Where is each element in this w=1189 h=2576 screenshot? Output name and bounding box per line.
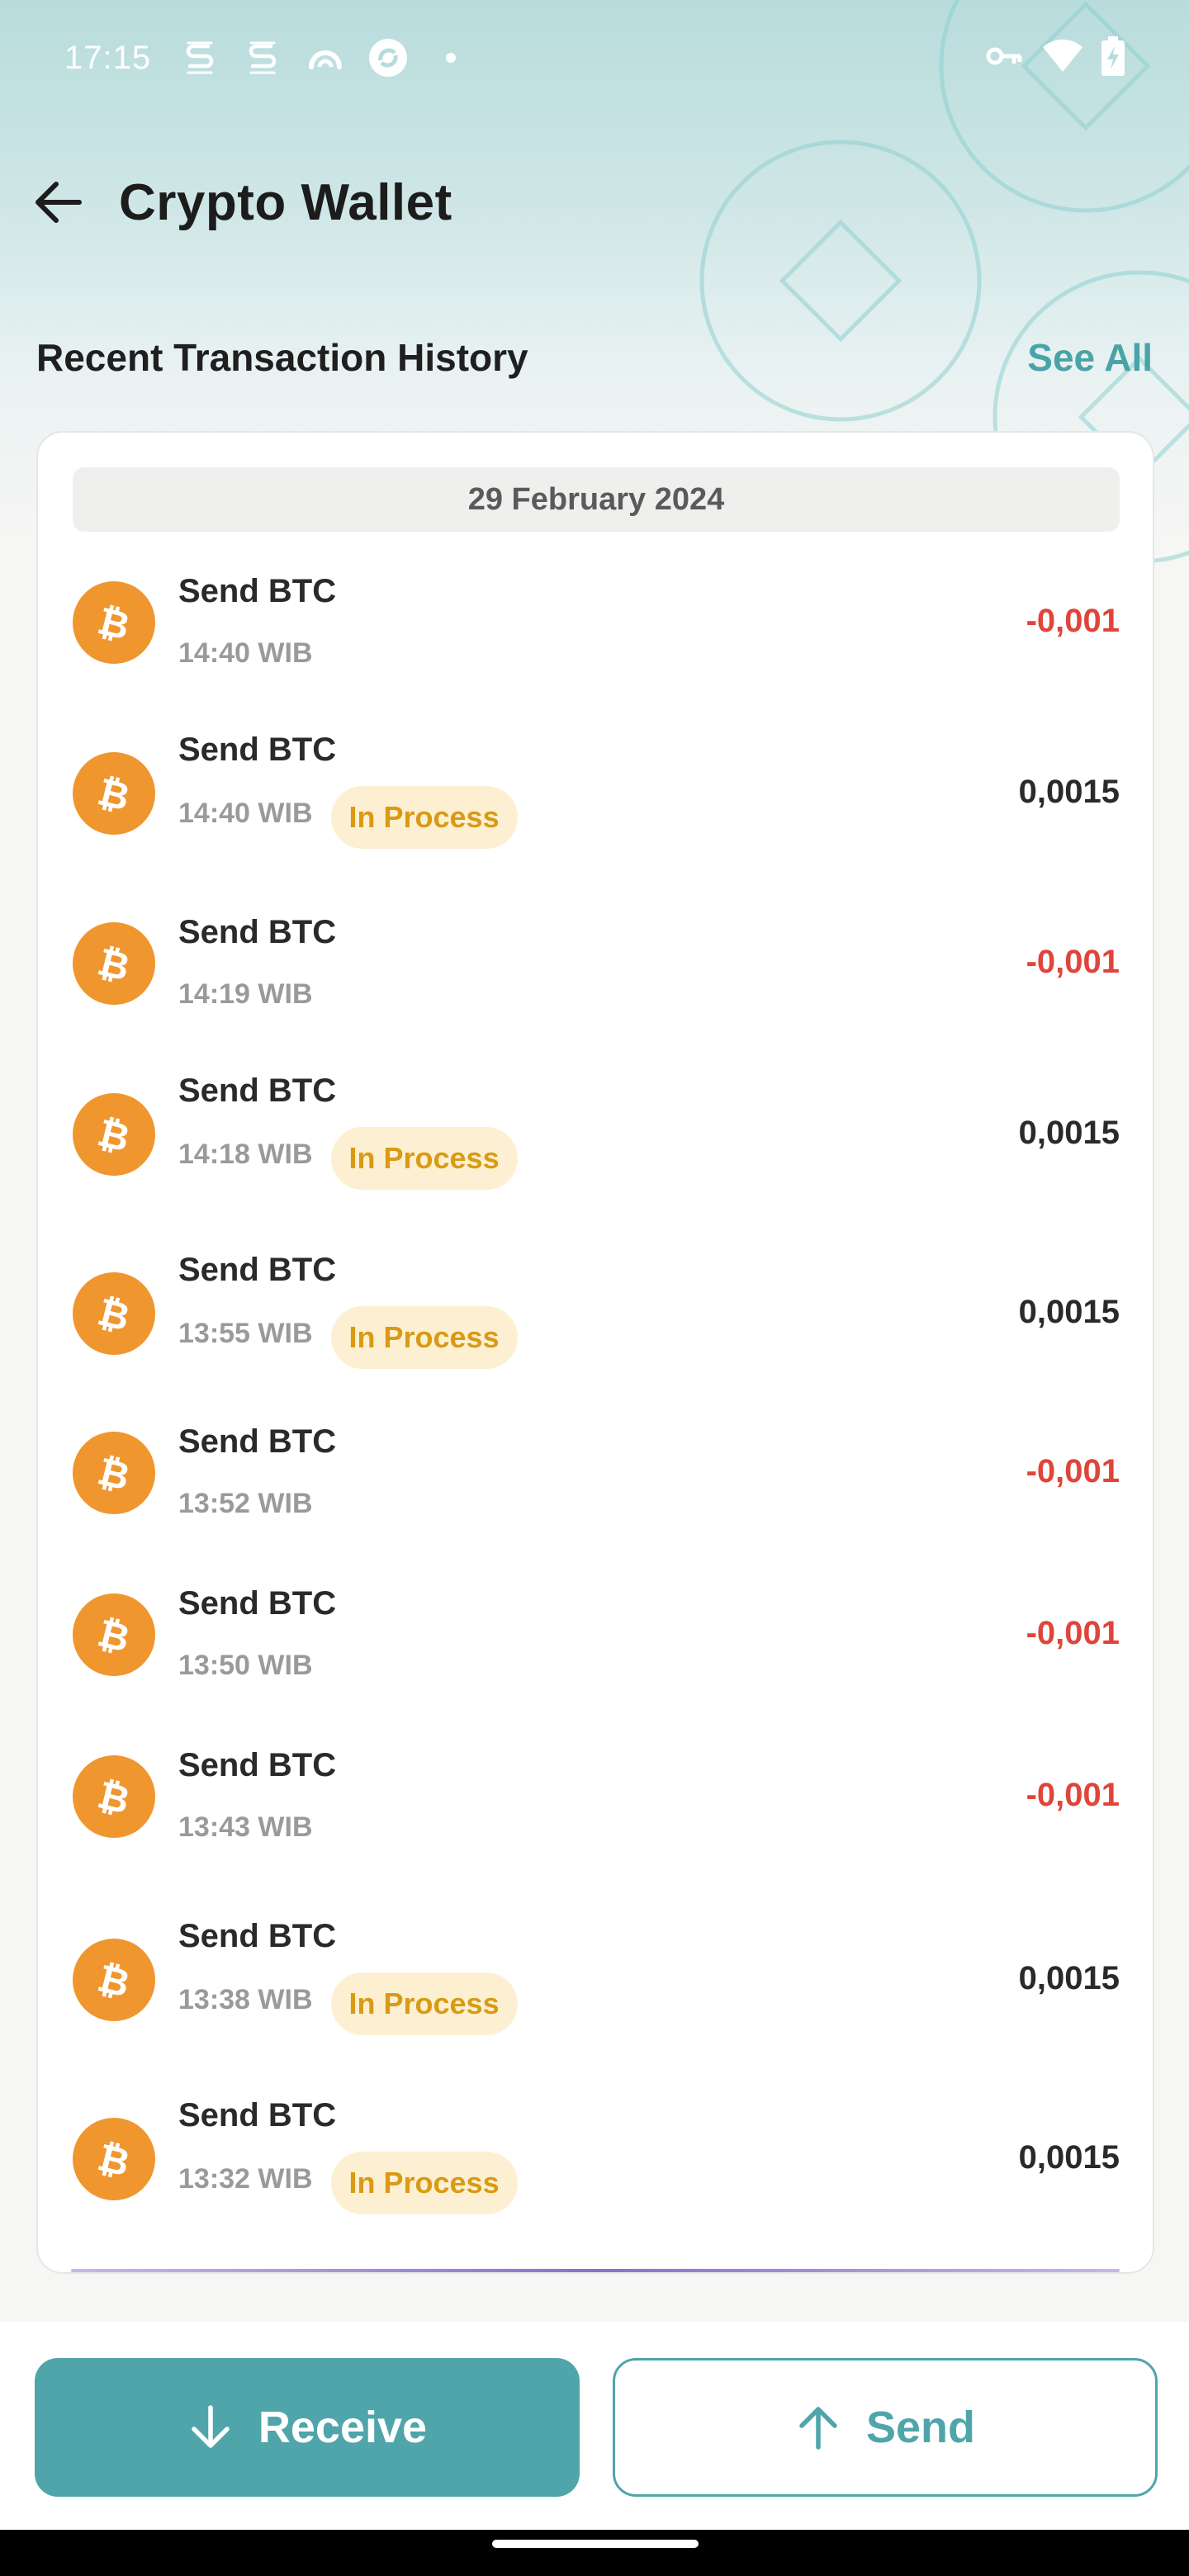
status-badge: In Process bbox=[330, 1127, 518, 1190]
status-bar: 17:15 bbox=[0, 0, 1189, 116]
transaction-amount: 0,0015 bbox=[1018, 1115, 1120, 1151]
svg-text:₿: ₿ bbox=[93, 769, 134, 818]
svg-text:₿: ₿ bbox=[93, 1610, 134, 1660]
svg-text:₿: ₿ bbox=[93, 1448, 134, 1498]
transaction-amount: 0,0015 bbox=[1018, 1294, 1120, 1330]
receive-label: Receive bbox=[258, 2403, 428, 2452]
date-group-header: 29 February 2024 bbox=[73, 467, 1120, 532]
status-time: 17:15 bbox=[64, 39, 152, 76]
s-app-icon bbox=[179, 37, 220, 78]
transaction-time: 13:32 WIB bbox=[178, 2163, 313, 2195]
transaction-amount: 0,0015 bbox=[1018, 774, 1120, 810]
bitcoin-icon: ₿ bbox=[73, 1939, 155, 2021]
receive-button[interactable]: Receive bbox=[35, 2358, 580, 2497]
bitcoin-icon: ₿ bbox=[73, 1432, 155, 1514]
section-header: Recent Transaction History See All bbox=[36, 326, 1153, 389]
transaction-title: Send BTC bbox=[178, 1585, 337, 1622]
s-app-icon bbox=[242, 37, 283, 78]
section-title: Recent Transaction History bbox=[36, 336, 528, 379]
bitcoin-icon: ₿ bbox=[73, 581, 155, 664]
wifi-icon bbox=[1042, 39, 1083, 78]
transaction-time: 14:40 WIB bbox=[178, 798, 313, 829]
svg-text:₿: ₿ bbox=[93, 1289, 134, 1338]
transaction-row[interactable]: ₿ Send BTC 13:38 WIB In Process 0,0015 bbox=[73, 1918, 1120, 2042]
notification-icons bbox=[179, 37, 471, 78]
transaction-time: 13:55 WIB bbox=[178, 1318, 313, 1349]
home-gesture-handle[interactable] bbox=[492, 2540, 699, 2548]
battery-charging-icon bbox=[1101, 36, 1125, 80]
transaction-title: Send BTC bbox=[178, 2097, 337, 2133]
transaction-time: 14:19 WIB bbox=[178, 978, 313, 1010]
bitcoin-icon: ₿ bbox=[73, 1093, 155, 1176]
transaction-title: Send BTC bbox=[178, 1423, 337, 1460]
transaction-time: 13:43 WIB bbox=[178, 1811, 313, 1843]
card-bottom-accent bbox=[71, 2269, 1120, 2272]
vpn-key-icon bbox=[986, 44, 1024, 73]
transaction-amount: -0,001 bbox=[1026, 1777, 1120, 1813]
status-badge: In Process bbox=[330, 1306, 518, 1369]
status-badge: In Process bbox=[330, 1972, 518, 2035]
status-badge: In Process bbox=[330, 786, 518, 849]
svg-text:₿: ₿ bbox=[93, 598, 134, 647]
send-button[interactable]: Send bbox=[613, 2358, 1158, 2497]
transaction-time: 14:40 WIB bbox=[178, 637, 313, 669]
bitcoin-icon: ₿ bbox=[73, 2118, 155, 2200]
transaction-title: Send BTC bbox=[178, 1252, 337, 1288]
transaction-title: Send BTC bbox=[178, 573, 337, 609]
transaction-time: 13:52 WIB bbox=[178, 1488, 313, 1519]
dot-icon bbox=[430, 37, 471, 78]
headset-icon bbox=[305, 37, 346, 78]
svg-text:₿: ₿ bbox=[93, 2134, 134, 2184]
bitcoin-icon: ₿ bbox=[73, 1272, 155, 1355]
transaction-title: Send BTC bbox=[178, 1918, 337, 1954]
transaction-title: Send BTC bbox=[178, 732, 337, 768]
bitcoin-icon: ₿ bbox=[73, 752, 155, 835]
send-label: Send bbox=[865, 2403, 976, 2452]
action-bar: Receive Send bbox=[0, 2322, 1189, 2530]
transaction-amount: -0,001 bbox=[1026, 1615, 1120, 1651]
transaction-row[interactable]: ₿ Send BTC 13:32 WIB In Process 0,0015 bbox=[73, 2097, 1120, 2221]
transaction-title: Send BTC bbox=[178, 914, 337, 950]
status-badge: In Process bbox=[330, 2152, 518, 2214]
transaction-row[interactable]: ₿ Send BTC 13:43 WIB -0,001 bbox=[73, 1747, 1120, 1846]
transaction-row[interactable]: ₿ Send BTC 14:18 WIB In Process 0,0015 bbox=[73, 1073, 1120, 1196]
transaction-amount: -0,001 bbox=[1026, 944, 1120, 980]
system-navigation-bar bbox=[0, 2530, 1189, 2576]
transaction-time: 13:50 WIB bbox=[178, 1650, 313, 1681]
see-all-link[interactable]: See All bbox=[1027, 335, 1153, 380]
svg-text:₿: ₿ bbox=[93, 1772, 134, 1821]
bitcoin-icon: ₿ bbox=[73, 1755, 155, 1838]
transaction-time: 13:38 WIB bbox=[178, 1984, 313, 2015]
transaction-history-card: 29 February 2024 ₿ Send BTC 14:40 WIB -0,00… bbox=[36, 431, 1154, 2274]
system-status-icons bbox=[986, 36, 1125, 80]
arrow-down-icon bbox=[192, 2405, 230, 2448]
svg-text:₿: ₿ bbox=[93, 939, 134, 988]
transaction-amount: 0,0015 bbox=[1018, 2139, 1120, 2176]
svg-text:₿: ₿ bbox=[93, 1110, 134, 1159]
bitcoin-icon: ₿ bbox=[73, 1593, 155, 1676]
transaction-row[interactable]: ₿ Send BTC 14:19 WIB -0,001 bbox=[73, 914, 1120, 1013]
transaction-row[interactable]: ₿ Send BTC 14:40 WIB In Process 0,0015 bbox=[73, 732, 1120, 855]
transaction-row[interactable]: ₿ Send BTC 13:55 WIB In Process 0,0015 bbox=[73, 1252, 1120, 1376]
refresh-app-icon bbox=[367, 37, 409, 78]
transaction-title: Send BTC bbox=[178, 1747, 337, 1783]
app-bar: Crypto Wallet bbox=[0, 157, 1189, 248]
back-button[interactable] bbox=[30, 174, 86, 230]
page-title: Crypto Wallet bbox=[119, 173, 452, 231]
transaction-row[interactable]: ₿ Send BTC 13:52 WIB -0,001 bbox=[73, 1423, 1120, 1522]
svg-text:₿: ₿ bbox=[93, 1955, 134, 2005]
arrow-up-icon bbox=[799, 2407, 837, 2450]
transaction-title: Send BTC bbox=[178, 1073, 337, 1109]
transaction-amount: -0,001 bbox=[1026, 1453, 1120, 1489]
transaction-amount: 0,0015 bbox=[1018, 1960, 1120, 1996]
bitcoin-icon: ₿ bbox=[73, 922, 155, 1005]
transaction-row[interactable]: ₿ Send BTC 14:40 WIB -0,001 bbox=[73, 573, 1120, 672]
transaction-amount: -0,001 bbox=[1026, 603, 1120, 639]
transaction-time: 14:18 WIB bbox=[178, 1139, 313, 1170]
arrow-left-icon bbox=[36, 182, 82, 223]
transaction-row[interactable]: ₿ Send BTC 13:50 WIB -0,001 bbox=[73, 1585, 1120, 1684]
